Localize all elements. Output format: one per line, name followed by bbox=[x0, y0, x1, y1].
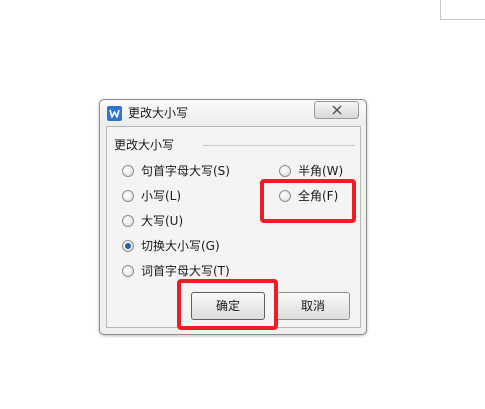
background-divider-horizontal bbox=[440, 19, 485, 20]
cancel-button[interactable]: 取消 bbox=[276, 292, 350, 320]
radio-lower-case[interactable] bbox=[122, 190, 134, 202]
radio-title-case[interactable] bbox=[122, 265, 134, 277]
full-width-highlight-box bbox=[260, 179, 356, 223]
group-separator bbox=[203, 145, 355, 146]
group-label: 更改大小写 bbox=[114, 138, 179, 152]
radio-upper-case[interactable] bbox=[122, 215, 134, 227]
dialog-titlebar[interactable]: 更改大小写 bbox=[100, 100, 366, 126]
radio-half-width[interactable] bbox=[279, 165, 291, 177]
background-divider-vertical bbox=[440, 0, 441, 20]
wps-writer-icon bbox=[107, 106, 122, 121]
radio-toggle-case[interactable] bbox=[122, 240, 134, 252]
close-button[interactable] bbox=[314, 101, 359, 119]
option-label: 切换大小写(G) bbox=[141, 239, 220, 253]
option-label: 句首字母大写(S) bbox=[141, 164, 230, 178]
option-label: 大写(U) bbox=[141, 214, 184, 228]
close-icon bbox=[331, 105, 342, 118]
option-label: 小写(L) bbox=[141, 189, 182, 203]
option-label: 半角(W) bbox=[298, 164, 344, 178]
option-label: 词首字母大写(T) bbox=[141, 264, 230, 278]
radio-sentence-case[interactable] bbox=[122, 165, 134, 177]
ok-button-highlight-box bbox=[177, 279, 278, 330]
dialog-title: 更改大小写 bbox=[128, 106, 189, 120]
